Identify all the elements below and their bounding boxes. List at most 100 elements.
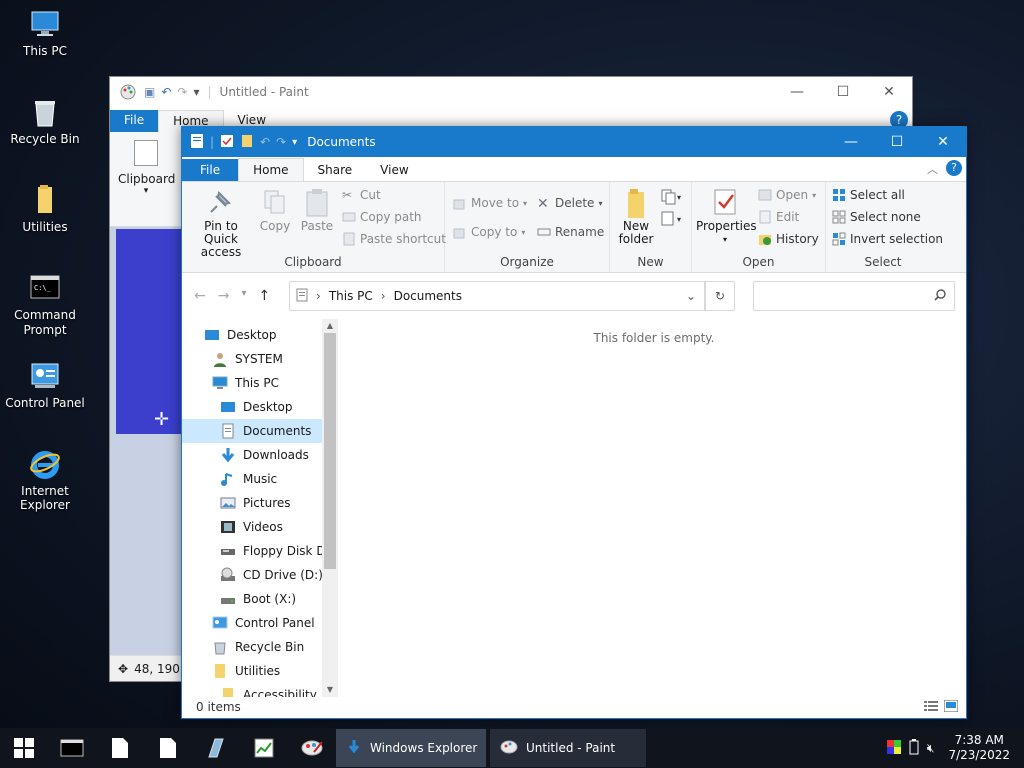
taskbar-window-paint[interactable]: Untitled - Paint xyxy=(490,729,646,767)
quick-access-dropdown-icon[interactable]: ▾ xyxy=(292,137,297,148)
nav-item[interactable]: Floppy Disk Dri xyxy=(220,539,334,563)
nav-item[interactable]: CD Drive (D:) H xyxy=(220,563,336,587)
file-list-area[interactable]: This folder is empty. xyxy=(342,319,966,697)
copy-button[interactable]: Copy xyxy=(256,188,294,233)
nav-item[interactable]: SYSTEM xyxy=(212,347,283,371)
nav-item[interactable]: Utilities xyxy=(212,659,280,683)
navigation-pane[interactable]: Desktop SYSTEM This PC Desktop Documents Down… xyxy=(182,319,338,697)
refresh-button[interactable]: ↻ xyxy=(705,281,735,311)
new-folder-quick-icon[interactable] xyxy=(240,134,254,151)
navigation-scrollbar-thumb[interactable] xyxy=(324,333,336,569)
nav-item[interactable]: This PC xyxy=(212,371,279,395)
history-button[interactable]: History xyxy=(758,232,819,246)
desktop-icon-command-prompt[interactable]: C:\_ Command Prompt xyxy=(0,272,90,338)
paste-button[interactable]: Paste xyxy=(296,188,338,233)
paint-canvas[interactable] xyxy=(116,229,182,434)
large-icons-view-icon[interactable] xyxy=(943,699,959,715)
taskbar-cmd-button[interactable] xyxy=(48,728,96,768)
taskbar-window-explorer[interactable]: Windows Explorer xyxy=(336,729,486,767)
undo-icon[interactable]: ↶ xyxy=(161,85,171,99)
desktop-icon-utilities[interactable]: Utilities xyxy=(0,184,90,234)
scroll-up-icon[interactable]: ▲ xyxy=(324,321,336,330)
tab-home[interactable]: Home xyxy=(238,158,304,181)
nav-item[interactable]: Recycle Bin xyxy=(212,635,304,659)
explorer-window[interactable]: | ↶ ↷ ▾ Documents — ☐ ✕ File Home Share … xyxy=(181,126,967,719)
undo-icon[interactable]: ↶ xyxy=(260,135,270,149)
breadcrumb-this-pc[interactable]: This PC xyxy=(329,289,373,303)
nav-item[interactable]: Desktop xyxy=(204,323,277,347)
desktop-icon-this-pc[interactable]: This PC xyxy=(0,8,90,58)
taskbar-notepad-button[interactable] xyxy=(96,728,144,768)
open-button[interactable]: Open ▾ xyxy=(758,188,816,202)
paint-title-bar[interactable]: ▣ ↶ ↷ ▾ | Untitled - Paint — ☐ ✕ xyxy=(110,77,912,107)
delete-button[interactable]: ✕ Delete ▾ xyxy=(537,196,602,212)
paint-minimize-button[interactable]: — xyxy=(774,77,820,107)
save-icon[interactable]: ▣ xyxy=(144,85,155,99)
copy-to-button[interactable]: Copy to ▾ xyxy=(453,225,525,239)
up-arrow-icon[interactable]: ↑ xyxy=(259,288,271,304)
move-to-button[interactable]: Move to ▾ xyxy=(453,196,527,210)
desktop-icon-internet-explorer[interactable]: Internet Explorer xyxy=(0,448,90,512)
nav-item[interactable]: Music xyxy=(220,467,277,491)
invert-selection-button[interactable]: Invert selection xyxy=(832,232,943,246)
new-folder-button[interactable]: New folder xyxy=(614,188,658,246)
taskbar-paint-pinned-button[interactable] xyxy=(288,728,336,768)
recent-locations-icon[interactable]: ▾ xyxy=(241,288,246,304)
taskbar-wordpad-button[interactable] xyxy=(144,728,192,768)
nav-item[interactable]: Downloads xyxy=(220,443,309,467)
battery-icon[interactable] xyxy=(909,738,919,758)
collapse-ribbon-icon[interactable]: ︿ xyxy=(927,161,938,177)
forward-arrow-icon[interactable]: → xyxy=(218,288,230,304)
pin-to-quick-access-button[interactable]: Pin to Quick access xyxy=(188,188,254,259)
address-bar[interactable]: › This PC › Documents ⌄ xyxy=(289,281,705,311)
quick-access-dropdown-icon[interactable]: ▾ xyxy=(193,85,199,99)
properties-button[interactable]: Properties ▾ xyxy=(696,188,757,246)
tab-share[interactable]: Share xyxy=(304,159,367,181)
nav-item[interactable]: Desktop xyxy=(220,395,293,419)
nav-item[interactable]: Videos xyxy=(220,515,283,539)
cut-button[interactable]: ✂ Cut xyxy=(342,188,381,202)
explorer-maximize-button[interactable]: ☐ xyxy=(874,127,920,157)
properties-quick-icon[interactable] xyxy=(220,134,234,151)
search-input[interactable] xyxy=(753,281,955,311)
tab-file[interactable]: File xyxy=(182,159,239,181)
details-view-icon[interactable] xyxy=(924,700,938,715)
nav-item[interactable]: Documents xyxy=(220,419,311,443)
desktop-icon-recycle-bin[interactable]: Recycle Bin xyxy=(0,96,90,146)
taskbar-task-manager-button[interactable] xyxy=(240,728,288,768)
explorer-minimize-button[interactable]: — xyxy=(828,127,874,157)
new-item-icon[interactable]: ▾ xyxy=(660,188,684,209)
breadcrumb-documents[interactable]: Documents xyxy=(394,289,462,303)
clock[interactable]: 7:38 AM 7/23/2022 xyxy=(948,733,1010,763)
nav-item[interactable]: Control Panel xyxy=(212,611,315,635)
paint-maximize-button[interactable]: ☐ xyxy=(820,77,866,107)
help-icon[interactable]: ? xyxy=(946,160,962,176)
edit-button[interactable]: Edit xyxy=(758,210,799,224)
easy-access-icon[interactable]: ▾ xyxy=(660,210,684,231)
explorer-title-bar[interactable]: | ↶ ↷ ▾ Documents — ☐ ✕ xyxy=(182,127,966,157)
address-dropdown-icon[interactable]: ⌄ xyxy=(686,289,696,303)
paste-shortcut-button[interactable]: Paste shortcut xyxy=(342,232,446,246)
paint-close-button[interactable]: ✕ xyxy=(866,77,912,107)
start-button[interactable] xyxy=(0,728,48,768)
paint-tab-file[interactable]: File xyxy=(110,110,159,132)
redo-icon[interactable]: ↷ xyxy=(177,85,187,99)
color-icon[interactable] xyxy=(886,739,901,757)
taskbar-snipping-button[interactable] xyxy=(192,728,240,768)
volume-muted-icon[interactable]: 🔇︎ xyxy=(927,741,935,756)
rename-button[interactable]: Rename xyxy=(537,225,604,239)
back-arrow-icon[interactable]: ← xyxy=(194,288,206,304)
nav-item[interactable]: Boot (X:) xyxy=(220,587,296,611)
explorer-close-button[interactable]: ✕ xyxy=(920,127,966,157)
copy-path-button[interactable]: Copy path xyxy=(342,210,422,224)
nav-item[interactable]: Accessibility xyxy=(220,683,317,697)
redo-icon[interactable]: ↷ xyxy=(276,135,286,149)
select-none-button[interactable]: Select none xyxy=(832,210,921,224)
scroll-down-icon[interactable]: ▼ xyxy=(324,685,336,694)
desktop-icon-control-panel[interactable]: Control Panel xyxy=(0,360,90,410)
nav-item[interactable]: Pictures xyxy=(220,491,291,515)
select-all-button[interactable]: Select all xyxy=(832,188,905,202)
drive-icon xyxy=(220,591,236,607)
paint-clipboard-button[interactable]: Clipboard ▾ xyxy=(118,140,175,196)
tab-view[interactable]: View xyxy=(366,159,422,181)
